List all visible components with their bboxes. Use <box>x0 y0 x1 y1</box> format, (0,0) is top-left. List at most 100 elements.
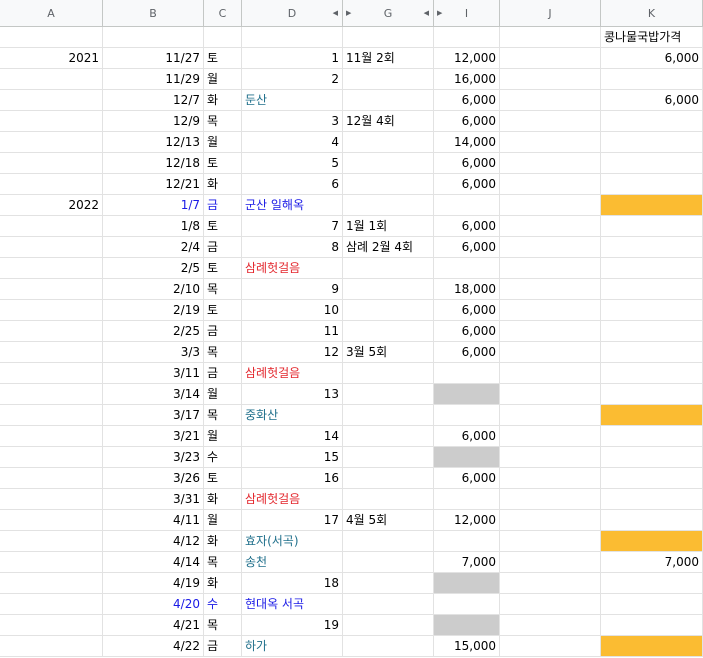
cell-b[interactable]: 4/11 <box>103 510 204 531</box>
cell-a[interactable] <box>0 384 103 405</box>
cell-k[interactable] <box>601 615 703 636</box>
cell-d[interactable]: 12 <box>242 342 343 363</box>
cell-a[interactable] <box>0 636 103 657</box>
cell-g[interactable] <box>343 258 434 279</box>
cell-j[interactable] <box>500 552 601 573</box>
cell-g[interactable] <box>343 594 434 615</box>
cell-d[interactable]: 6 <box>242 174 343 195</box>
cell-j[interactable] <box>500 594 601 615</box>
cell-b[interactable]: 11/29 <box>103 69 204 90</box>
cell-b[interactable]: 4/22 <box>103 636 204 657</box>
cell-b[interactable]: 12/21 <box>103 174 204 195</box>
cell-a[interactable] <box>0 321 103 342</box>
cell-k[interactable] <box>601 132 703 153</box>
cell-a[interactable] <box>0 279 103 300</box>
cell-g[interactable] <box>343 636 434 657</box>
cell-d[interactable]: 10 <box>242 300 343 321</box>
cell-i[interactable] <box>434 615 500 636</box>
cell-j[interactable] <box>500 468 601 489</box>
cell-j[interactable] <box>500 237 601 258</box>
cell-j[interactable] <box>500 132 601 153</box>
cell-g[interactable] <box>343 426 434 447</box>
cell-b[interactable]: 1/7 <box>103 195 204 216</box>
cell-c[interactable]: 월 <box>204 384 242 405</box>
cell-k[interactable] <box>601 111 703 132</box>
cell-g[interactable] <box>343 321 434 342</box>
cell-k[interactable] <box>601 384 703 405</box>
cell-a[interactable] <box>0 489 103 510</box>
cell-c[interactable]: 화 <box>204 573 242 594</box>
cell-a[interactable] <box>0 573 103 594</box>
cell-k[interactable] <box>601 573 703 594</box>
cell-d[interactable]: 삼례헛걸음 <box>242 258 343 279</box>
cell-g[interactable]: 4월 5회 <box>343 510 434 531</box>
cell-i[interactable]: 15,000 <box>434 636 500 657</box>
cell-j[interactable] <box>500 90 601 111</box>
cell-d[interactable]: 9 <box>242 279 343 300</box>
cell-a[interactable] <box>0 132 103 153</box>
cell-g[interactable] <box>343 300 434 321</box>
cell-k[interactable] <box>601 279 703 300</box>
cell-c[interactable]: 월 <box>204 426 242 447</box>
cell-b[interactable]: 4/14 <box>103 552 204 573</box>
cell-d[interactable]: 17 <box>242 510 343 531</box>
cell-i[interactable]: 7,000 <box>434 552 500 573</box>
cell-c[interactable]: 토 <box>204 468 242 489</box>
cell-d[interactable]: 2 <box>242 69 343 90</box>
cell-g[interactable] <box>343 552 434 573</box>
cell-j[interactable] <box>500 384 601 405</box>
cell-d[interactable]: 하가 <box>242 636 343 657</box>
cell-k[interactable] <box>601 216 703 237</box>
cell-c[interactable]: 토 <box>204 258 242 279</box>
column-header-a[interactable]: A <box>0 0 103 27</box>
cell-b[interactable]: 4/20 <box>103 594 204 615</box>
cell-i[interactable] <box>434 258 500 279</box>
cell-a[interactable] <box>0 258 103 279</box>
cell-k[interactable] <box>601 300 703 321</box>
cell-c[interactable]: 화 <box>204 489 242 510</box>
cell-c[interactable]: 목 <box>204 342 242 363</box>
cell-j[interactable] <box>500 447 601 468</box>
cell-k[interactable] <box>601 342 703 363</box>
cell-j[interactable] <box>500 615 601 636</box>
cell-c[interactable]: 금 <box>204 363 242 384</box>
cell-j[interactable] <box>500 111 601 132</box>
cell-d[interactable]: 8 <box>242 237 343 258</box>
cell-k[interactable] <box>601 195 703 216</box>
cell-b[interactable]: 12/9 <box>103 111 204 132</box>
cell-j[interactable] <box>500 258 601 279</box>
cell-b[interactable]: 2/19 <box>103 300 204 321</box>
cell-a[interactable] <box>0 342 103 363</box>
cell-i[interactable] <box>434 489 500 510</box>
cell-g[interactable] <box>343 132 434 153</box>
cell-j[interactable] <box>500 300 601 321</box>
cell-a[interactable] <box>0 300 103 321</box>
cell-b[interactable]: 3/21 <box>103 426 204 447</box>
cell-j[interactable] <box>500 321 601 342</box>
cell-g[interactable]: 11월 2회 <box>343 48 434 69</box>
cell-i[interactable] <box>434 531 500 552</box>
cell-k[interactable]: 6,000 <box>601 90 703 111</box>
cell-j[interactable] <box>500 531 601 552</box>
cell-k[interactable] <box>601 531 703 552</box>
cell-a[interactable] <box>0 237 103 258</box>
cell-c[interactable]: 토 <box>204 48 242 69</box>
cell-i[interactable]: 6,000 <box>434 174 500 195</box>
cell-i[interactable]: 6,000 <box>434 216 500 237</box>
cell-k[interactable] <box>601 258 703 279</box>
cell-k[interactable]: 7,000 <box>601 552 703 573</box>
cell-c[interactable]: 금 <box>204 636 242 657</box>
cell-d[interactable]: 16 <box>242 468 343 489</box>
cell-d[interactable]: 효자(서곡) <box>242 531 343 552</box>
cell-j[interactable] <box>500 153 601 174</box>
cell-b[interactable]: 1/8 <box>103 216 204 237</box>
cell-k[interactable]: 6,000 <box>601 48 703 69</box>
cell-i[interactable]: 6,000 <box>434 237 500 258</box>
cell-k[interactable] <box>601 363 703 384</box>
cell-j[interactable] <box>500 174 601 195</box>
cell-i[interactable]: 6,000 <box>434 300 500 321</box>
cell-j[interactable] <box>500 279 601 300</box>
cell-b[interactable] <box>103 27 204 48</box>
cell-i[interactable]: 6,000 <box>434 90 500 111</box>
cell-k[interactable] <box>601 510 703 531</box>
